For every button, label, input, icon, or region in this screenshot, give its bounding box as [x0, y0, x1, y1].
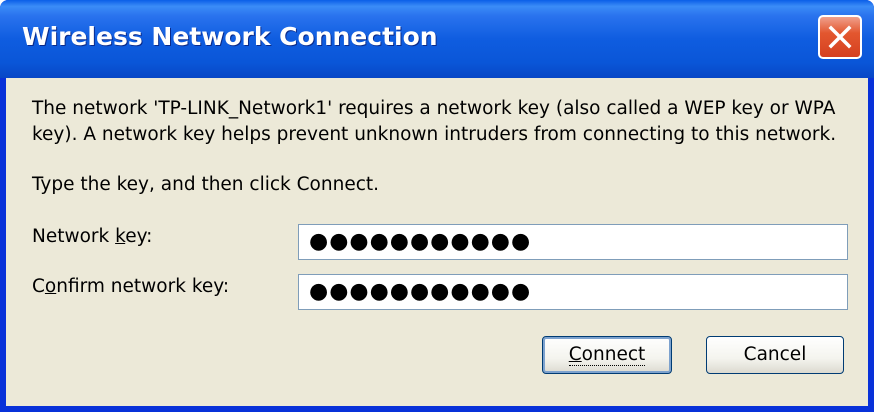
connect-button-label: Connect [568, 344, 646, 366]
network-key-label: Network key: [32, 226, 153, 247]
cancel-button[interactable]: Cancel [706, 336, 844, 374]
network-key-input[interactable]: ●●●●●●●●●●● [298, 224, 848, 260]
dialog-window: Wireless Network Connection The network … [0, 0, 874, 412]
confirm-key-label: Confirm network key: [32, 276, 230, 297]
close-icon [828, 25, 852, 49]
confirm-key-input[interactable]: ●●●●●●●●●●● [298, 274, 848, 310]
network-key-message: The network 'TP-LINK_Network1' requires … [32, 98, 837, 145]
title-bar[interactable]: Wireless Network Connection [0, 0, 874, 78]
dialog-body: The network 'TP-LINK_Network1' requires … [6, 78, 868, 406]
close-button[interactable] [818, 15, 862, 59]
instruction-text: Type the key, and then click Connect. [32, 174, 380, 195]
window-title: Wireless Network Connection [22, 22, 438, 51]
connect-button[interactable]: Connect [542, 336, 672, 374]
